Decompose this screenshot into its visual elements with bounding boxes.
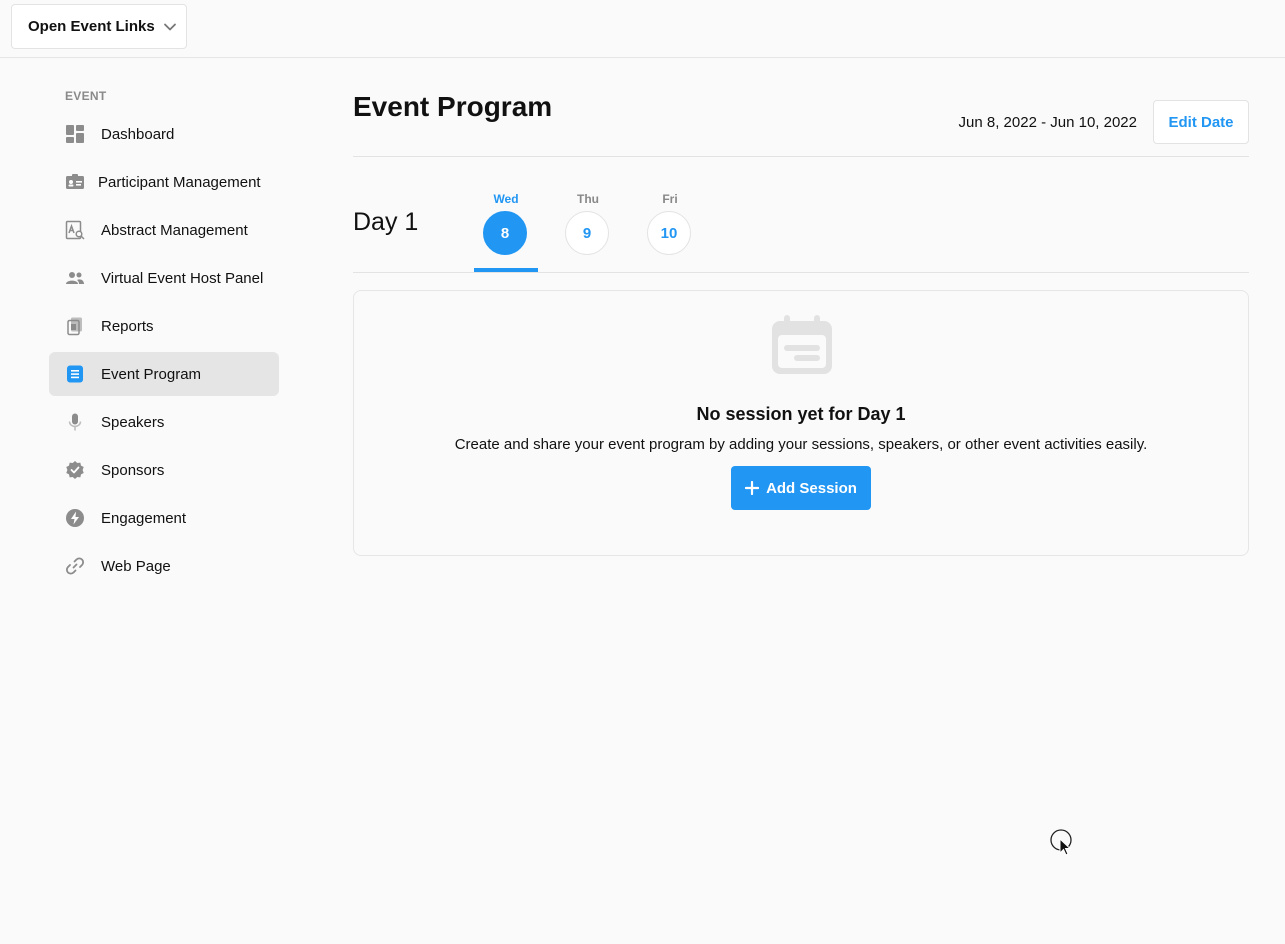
edit-date-button[interactable]: Edit Date bbox=[1153, 100, 1249, 144]
sidebar-heading: EVENT bbox=[65, 89, 107, 103]
sidebar-item-label: Dashboard bbox=[101, 125, 175, 143]
empty-state-description: Create and share your event program by a… bbox=[454, 436, 1148, 453]
calendar-icon bbox=[771, 315, 833, 375]
sidebar-item-abstract-management[interactable]: Abstract Management bbox=[49, 208, 279, 252]
sidebar-item-web-page[interactable]: Web Page bbox=[49, 544, 279, 588]
sidebar-item-event-program[interactable]: Event Program bbox=[49, 352, 279, 396]
document-search-icon bbox=[65, 220, 85, 240]
dashboard-icon bbox=[65, 124, 85, 144]
empty-state-title: No session yet for Day 1 bbox=[696, 404, 906, 424]
page-title: Event Program bbox=[353, 91, 553, 122]
day-tab-weekday: Thu bbox=[577, 192, 599, 206]
sidebar-item-label: Participant Management bbox=[98, 173, 261, 191]
sidebar-item-speakers[interactable]: Speakers bbox=[49, 400, 279, 444]
sidebar-item-participant-management[interactable]: Participant Management bbox=[49, 160, 279, 204]
sidebar-item-label: Engagement bbox=[101, 509, 187, 527]
sidebar-item-reports[interactable]: Reports bbox=[49, 304, 279, 348]
add-session-label: Add Session bbox=[766, 479, 857, 497]
day-tab-fri-10[interactable]: Fri 10 bbox=[638, 192, 702, 272]
sidebar-item-label: Virtual Event Host Panel bbox=[101, 269, 264, 287]
verified-badge-icon bbox=[65, 460, 85, 480]
open-event-links-label: Open Event Links bbox=[28, 18, 155, 35]
chevron-down-icon bbox=[163, 20, 177, 34]
microphone-icon bbox=[65, 412, 85, 432]
sidebar-item-label: Web Page bbox=[101, 557, 171, 575]
mouse-cursor-icon bbox=[1050, 829, 1074, 857]
day-tab-thu-9[interactable]: Thu 9 bbox=[556, 192, 620, 272]
link-icon bbox=[65, 556, 85, 576]
sidebar-item-virtual-event-host-panel[interactable]: Virtual Event Host Panel bbox=[49, 256, 279, 300]
add-session-button[interactable]: Add Session bbox=[731, 466, 871, 510]
day-tab-date: 10 bbox=[647, 211, 691, 255]
sidebar-item-label: Sponsors bbox=[101, 461, 165, 479]
sidebar-item-label: Reports bbox=[101, 317, 154, 335]
id-card-icon bbox=[65, 172, 85, 192]
people-icon bbox=[65, 268, 85, 288]
day-tab-weekday: Fri bbox=[662, 192, 678, 206]
lightning-icon bbox=[65, 508, 85, 528]
event-date-range: Jun 8, 2022 - Jun 10, 2022 bbox=[958, 114, 1137, 131]
day-tab-wed-8[interactable]: Wed 8 bbox=[474, 192, 538, 272]
list-icon bbox=[65, 364, 85, 384]
plus-icon bbox=[745, 481, 760, 495]
tabs-divider bbox=[353, 272, 1249, 273]
top-bar: Open Event Links bbox=[0, 0, 1285, 58]
header-divider bbox=[353, 156, 1249, 157]
day-tab-weekday: Wed bbox=[493, 192, 519, 206]
reports-icon bbox=[65, 316, 85, 336]
sidebar-item-label: Event Program bbox=[101, 365, 202, 383]
day-tab-date: 8 bbox=[483, 211, 527, 255]
sidebar-item-label: Abstract Management bbox=[101, 221, 248, 239]
selected-day-label: Day 1 bbox=[353, 208, 419, 236]
sidebar-item-label: Speakers bbox=[101, 413, 165, 431]
empty-state-card: No session yet for Day 1 Create and shar… bbox=[353, 290, 1249, 556]
sidebar-item-sponsors[interactable]: Sponsors bbox=[49, 448, 279, 492]
open-event-links-button[interactable]: Open Event Links bbox=[11, 4, 187, 49]
sidebar-item-dashboard[interactable]: Dashboard bbox=[49, 112, 279, 156]
sidebar-item-engagement[interactable]: Engagement bbox=[49, 496, 279, 540]
day-tab-date: 9 bbox=[565, 211, 609, 255]
